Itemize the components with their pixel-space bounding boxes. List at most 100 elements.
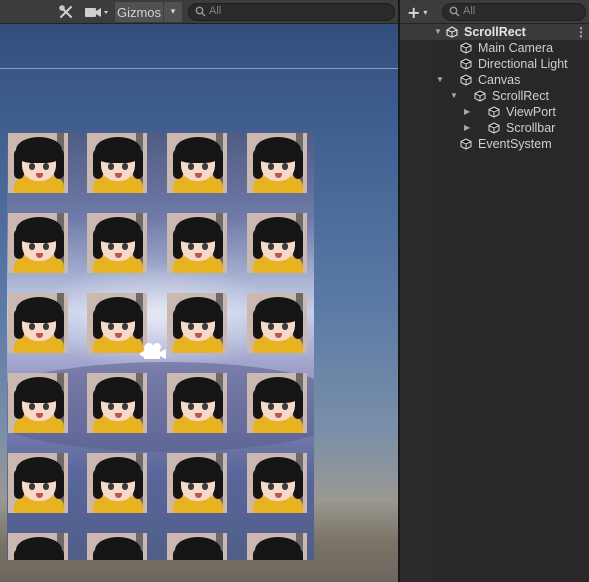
hierarchy-toolbar: + ▾ All [400,0,589,24]
hierarchy-item-label: Directional Light [478,57,568,71]
portrait-tile [167,133,227,193]
hierarchy-item-directional-light[interactable]: Directional Light [400,56,589,72]
hierarchy-item-label: ViewPort [506,105,556,119]
hierarchy-item-viewport[interactable]: ▶ ViewPort [400,104,589,120]
portrait-hair [255,457,301,483]
portrait-hair [175,297,221,323]
portrait-tile [8,133,68,193]
portrait-eyel [108,483,114,490]
portrait-hair [95,217,141,243]
portrait-eyel [29,243,35,250]
hierarchy-item-main-camera[interactable]: Main Camera [400,40,589,56]
portrait-tile [8,213,68,273]
portrait-hair [95,137,141,163]
portrait-eyer [202,243,208,250]
hierarchy-items: Main Camera Directional Light ▼ Canvas ▼ Scro… [400,40,589,152]
portrait-tile [8,293,68,353]
portrait-eyel [29,483,35,490]
portrait-eyel [188,163,194,170]
portrait-tile [167,453,227,513]
add-object-button[interactable]: + ▾ [406,2,434,22]
portrait-hair [95,537,141,560]
expand-arrow-icon[interactable]: ▼ [434,24,442,40]
portrait-tile [167,373,227,433]
hierarchy-item-scrollrect[interactable]: ▼ ScrollRect [400,88,589,104]
portrait-eyel [29,323,35,330]
portrait-eyer [122,243,128,250]
portrait-eyel [268,483,274,490]
hierarchy-item-canvas[interactable]: ▼ Canvas [400,72,589,88]
portrait-tile [247,213,307,273]
portrait-eyer [202,163,208,170]
scene-search-input[interactable]: All [188,3,395,21]
portrait-eyel [29,163,35,170]
collapse-arrow-icon[interactable]: ▶ [464,104,470,120]
scene-menu-icon[interactable]: ⋮ [575,24,587,40]
portrait-hair [175,457,221,483]
gameobject-cube-icon [474,90,486,102]
portrait-eyer [122,483,128,490]
search-icon [449,6,460,20]
collapse-arrow-icon[interactable]: ▶ [464,120,470,136]
gizmos-dropdown-icon[interactable]: ▾ [164,2,182,22]
gizmos-button[interactable]: Gizmos [115,2,163,22]
canvas-bounds-line [0,68,398,69]
portrait-eyer [282,163,288,170]
portrait-hair [16,217,62,243]
portrait-hair [175,137,221,163]
portrait-tile [247,533,307,560]
portrait-eyel [268,403,274,410]
scene-name-label: ScrollRect [464,25,526,39]
portrait-eyer [43,163,49,170]
portrait-tile [247,373,307,433]
portrait-eyel [268,163,274,170]
portrait-hair [255,217,301,243]
portrait-eyel [188,403,194,410]
unity-scene-icon [446,26,458,38]
portrait-tile [167,293,227,353]
gameobject-cube-icon [460,58,472,70]
portrait-eyer [202,323,208,330]
scene-view[interactable]: Gizmos ▾ All [0,0,398,582]
portrait-hair [175,377,221,403]
scene-toolbar: Gizmos ▾ All [0,0,398,24]
hierarchy-tree: ▼ ScrollRect ⋮ Main Camera Directional Li… [400,24,589,152]
portrait-tile [8,453,68,513]
tools-icon[interactable] [55,2,77,22]
hierarchy-item-eventsystem[interactable]: EventSystem [400,136,589,152]
scene-search-placeholder: All [209,5,222,17]
portrait-hair [16,537,62,560]
gameobject-cube-icon [460,138,472,150]
portrait-eyel [108,243,114,250]
portrait-eyel [188,323,194,330]
portrait-hair [255,137,301,163]
camera-settings-button[interactable] [82,2,112,22]
camera-gizmo-icon[interactable] [138,341,168,361]
portrait-hair [255,297,301,323]
portrait-tile [87,133,147,193]
gameobject-cube-icon [460,74,472,86]
portrait-eyel [108,323,114,330]
portrait-eyer [282,483,288,490]
hierarchy-search-placeholder: All [463,5,476,17]
portrait-eyer [202,483,208,490]
portrait-hair [175,537,221,560]
gameobject-cube-icon [460,42,472,54]
portrait-tile [87,533,147,560]
portrait-hair [95,457,141,483]
hierarchy-item-scrollbar[interactable]: ▶ Scrollbar [400,120,589,136]
portrait-eyer [122,163,128,170]
portrait-hair [255,537,301,560]
hierarchy-search-input[interactable]: All [442,3,586,21]
chevron-down-icon: ▾ [423,7,428,17]
expand-arrow-icon[interactable]: ▼ [450,88,458,104]
portrait-eyer [43,483,49,490]
plus-icon: + [407,2,421,22]
portrait-hair [95,297,141,323]
hierarchy-scene-row[interactable]: ▼ ScrollRect ⋮ [400,24,589,40]
portrait-eyer [122,403,128,410]
portrait-tile [247,133,307,193]
expand-arrow-icon[interactable]: ▼ [436,72,444,88]
portrait-tile [87,373,147,433]
hierarchy-item-label: Scrollbar [506,121,556,135]
